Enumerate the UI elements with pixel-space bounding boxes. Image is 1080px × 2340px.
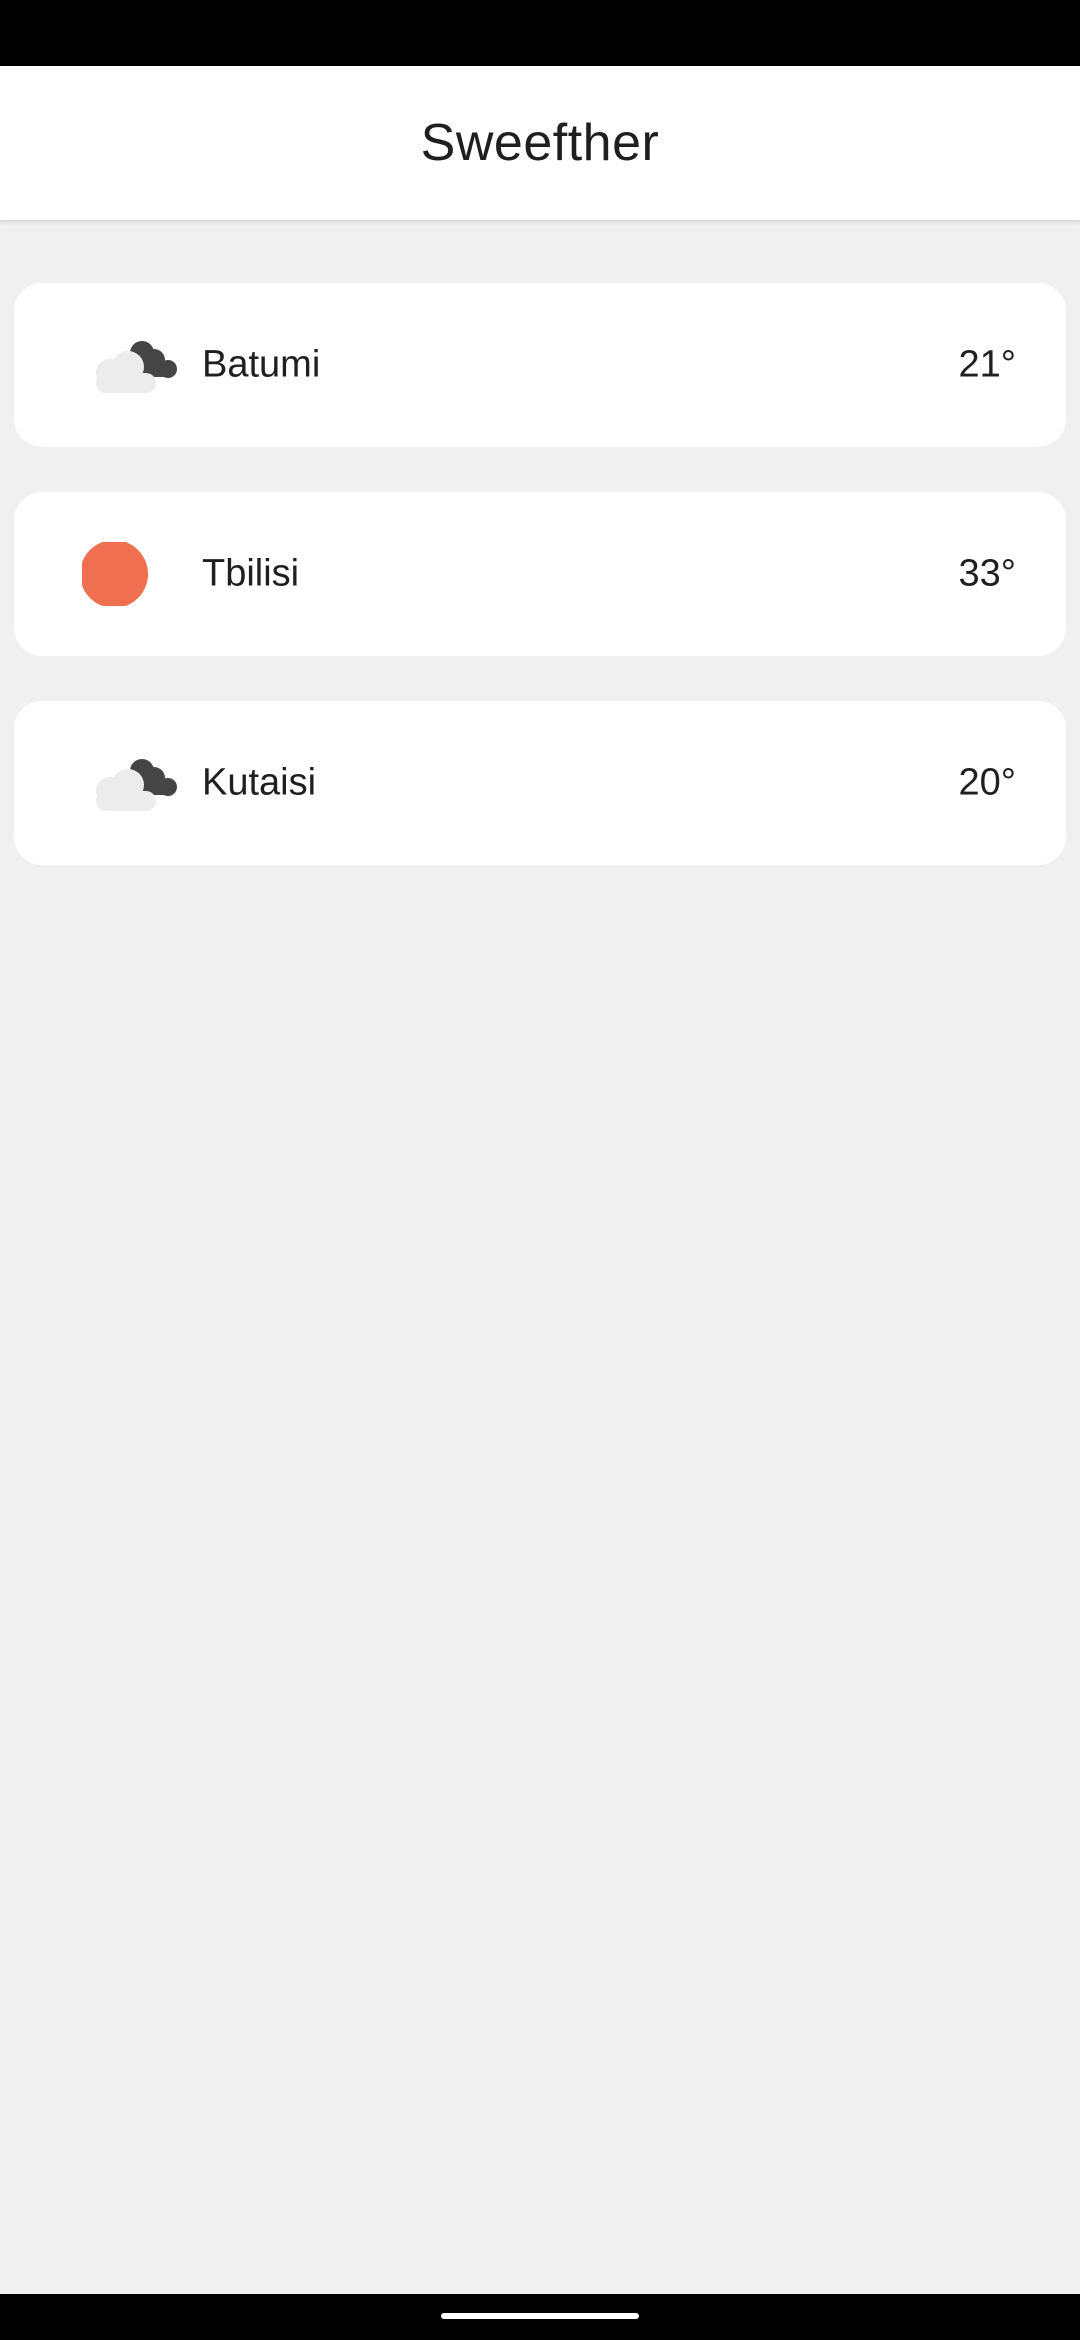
city-card-tbilisi[interactable]: Tbilisi 33° bbox=[14, 492, 1066, 656]
city-temperature: 21° bbox=[958, 343, 1016, 386]
home-indicator[interactable] bbox=[441, 2313, 639, 2319]
navigation-bar bbox=[0, 2294, 1080, 2340]
app-title: Sweefther bbox=[420, 114, 660, 172]
status-bar bbox=[0, 0, 1080, 66]
city-card-kutaisi[interactable]: Kutaisi 20° bbox=[14, 701, 1066, 865]
city-name: Batumi bbox=[202, 343, 321, 386]
city-name: Kutaisi bbox=[202, 761, 317, 804]
city-list: Batumi 21° Tbilisi 33° Kutaisi 20° bbox=[14, 283, 1066, 910]
city-temperature: 20° bbox=[958, 761, 1016, 804]
city-name: Tbilisi bbox=[202, 552, 300, 595]
cloudy-night-icon bbox=[96, 341, 177, 393]
cloudy-night-icon bbox=[96, 759, 177, 811]
city-temperature: 33° bbox=[958, 552, 1016, 595]
sun-icon bbox=[82, 542, 148, 606]
city-card-batumi[interactable]: Batumi 21° bbox=[14, 283, 1066, 447]
app-bar: Sweefther bbox=[0, 66, 1080, 220]
